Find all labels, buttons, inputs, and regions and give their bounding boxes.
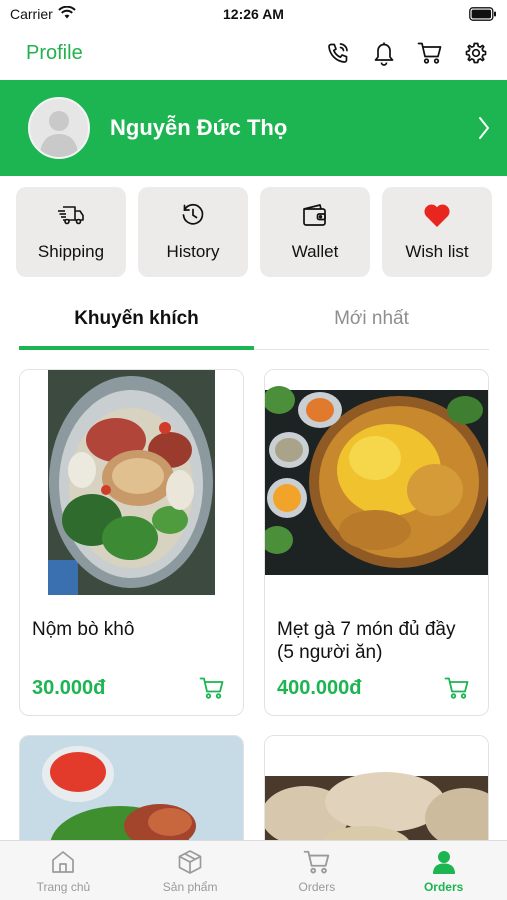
page-title: Profile [26, 41, 83, 64]
product-image [265, 736, 488, 854]
bottom-nav: Trang chủ Sản phẩm Orders Orders [0, 840, 507, 900]
truck-icon [57, 202, 85, 228]
product-card[interactable]: Mẹt gà 7 món đủ đầy (5 người ăn) 400.000… [264, 369, 489, 716]
carrier-label: Carrier [10, 6, 53, 22]
product-tabs: Khuyến khích Mới nhất [19, 296, 489, 350]
history-label: History [166, 242, 220, 261]
product-image [20, 736, 243, 854]
quick-actions: Shipping History Wallet Wish list [16, 187, 492, 277]
history-button[interactable]: History [138, 187, 248, 277]
nav-item-products[interactable]: Sản phẩm [127, 841, 254, 900]
top-bar: Profile [0, 30, 507, 76]
nav-label: Sản phẩm [162, 879, 218, 894]
wifi-icon [58, 5, 76, 22]
heart-icon [423, 202, 451, 228]
gear-icon[interactable] [463, 40, 489, 66]
wish-list-button[interactable]: Wish list [382, 187, 492, 277]
cart-icon[interactable] [417, 40, 443, 66]
status-left: Carrier [10, 5, 76, 22]
wish-list-label: Wish list [405, 242, 469, 261]
product-image [20, 370, 243, 595]
clock-history-icon [180, 202, 206, 228]
wallet-icon [301, 202, 329, 228]
product-price: 400.000đ [277, 677, 362, 699]
chevron-right-icon[interactable] [477, 115, 491, 141]
profile-name: Nguyễn Đức Thọ [110, 115, 288, 140]
tab-moi-nhat[interactable]: Mới nhất [254, 296, 489, 349]
phone-call-icon[interactable] [325, 40, 351, 66]
product-card[interactable] [19, 735, 244, 855]
wallet-button[interactable]: Wallet [260, 187, 370, 277]
avatar[interactable] [28, 97, 90, 159]
bell-icon[interactable] [371, 40, 397, 66]
product-name: Nộm bò khô [32, 619, 135, 640]
nav-label: Trang chủ [36, 879, 91, 894]
person-icon [431, 848, 457, 876]
add-to-cart-icon[interactable] [444, 676, 470, 700]
cart-icon [303, 848, 331, 876]
wallet-label: Wallet [291, 242, 339, 261]
tab-khuyen-khich[interactable]: Khuyến khích [19, 296, 254, 350]
shipping-button[interactable]: Shipping [16, 187, 126, 277]
nav-item-home[interactable]: Trang chủ [0, 841, 127, 900]
product-image [265, 370, 488, 595]
product-card[interactable] [264, 735, 489, 855]
header-actions [325, 40, 489, 66]
nav-label: Orders [298, 879, 336, 894]
product-name: Mẹt gà 7 món đủ đầy (5 người ăn) [277, 619, 456, 663]
nav-item-orders[interactable]: Orders [254, 841, 381, 900]
product-card[interactable]: Nộm bò khô 30.000đ [19, 369, 244, 716]
nav-label: Orders [423, 879, 464, 894]
status-bar: Carrier 12:26 AM [0, 0, 507, 28]
home-icon [50, 848, 76, 876]
add-to-cart-icon[interactable] [199, 676, 225, 700]
battery-icon [469, 7, 497, 21]
product-price: 30.000đ [32, 677, 106, 699]
status-time: 12:26 AM [223, 6, 284, 22]
shipping-label: Shipping [37, 242, 105, 261]
profile-banner[interactable]: Nguyễn Đức Thọ [0, 80, 507, 176]
nav-item-profile[interactable]: Orders [380, 841, 507, 900]
box-icon [177, 848, 203, 876]
